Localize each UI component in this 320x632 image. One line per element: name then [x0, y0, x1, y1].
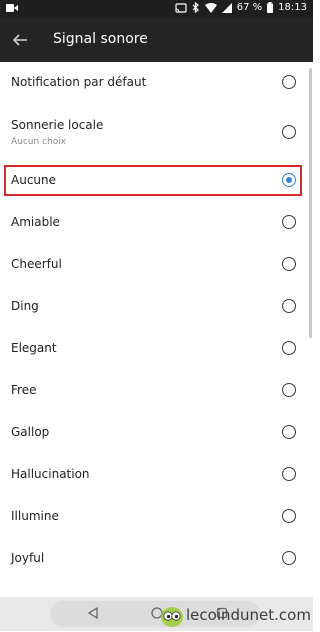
bluetooth-icon: [192, 2, 200, 13]
option-ding[interactable]: Ding: [0, 286, 313, 328]
radio-button[interactable]: [282, 75, 296, 89]
option-amiable[interactable]: Amiable: [0, 202, 313, 244]
radio-button[interactable]: [282, 509, 296, 523]
battery-percent: 67 %: [236, 2, 263, 13]
radio-button[interactable]: [282, 299, 296, 313]
option-label: Cheerful: [11, 257, 62, 271]
option-illumine[interactable]: Illumine: [0, 496, 313, 538]
status-bar: 67 % 18:13: [0, 0, 313, 18]
option-label: Notification par défaut: [11, 75, 147, 89]
option-joyful[interactable]: Joyful: [0, 538, 313, 580]
option-hallucination[interactable]: Hallucination: [0, 454, 313, 496]
radio-button[interactable]: [282, 467, 296, 481]
scrollbar[interactable]: [309, 68, 312, 338]
option-label: Sonnerie locale: [11, 118, 104, 132]
option-label: Gallop: [11, 425, 50, 439]
option-label: Ding: [11, 299, 39, 313]
option-label: Joyful: [11, 551, 45, 565]
option-local-ringtone[interactable]: Sonnerie locale Aucun choix: [0, 104, 313, 160]
radio-button[interactable]: [282, 383, 296, 397]
sound-list[interactable]: Notification par défaut Sonnerie locale …: [0, 62, 313, 597]
arrow-left-icon: [12, 34, 27, 46]
option-label: Free: [11, 383, 37, 397]
triangle-back-icon[interactable]: [85, 605, 101, 621]
option-cheerful[interactable]: Cheerful: [0, 244, 313, 286]
video-icon: [6, 3, 18, 16]
radio-button[interactable]: [282, 125, 296, 139]
option-gallop[interactable]: Gallop: [0, 412, 313, 454]
radio-button[interactable]: [282, 257, 296, 271]
radio-button[interactable]: [282, 215, 296, 229]
battery-icon: [267, 2, 274, 13]
option-free[interactable]: Free: [0, 370, 313, 412]
option-aucune[interactable]: Aucune: [0, 160, 313, 202]
option-label: Elegant: [11, 341, 57, 355]
option-notification-default[interactable]: Notification par défaut: [0, 62, 313, 104]
app-bar: Signal sonore: [0, 18, 313, 62]
option-label: Amiable: [11, 215, 60, 229]
back-button[interactable]: [8, 28, 32, 52]
owl-eyes-logo: [160, 606, 184, 628]
option-label: Aucune: [11, 173, 57, 187]
radio-button[interactable]: [282, 551, 296, 565]
clock: 18:13: [278, 2, 307, 13]
option-label: Illumine: [11, 509, 59, 523]
option-label: Hallucination: [11, 467, 90, 481]
page-title: Signal sonore: [53, 31, 148, 47]
radio-button-selected[interactable]: [282, 173, 296, 187]
cast-icon: [175, 2, 187, 13]
signal-icon: [221, 2, 232, 13]
watermark-text: lecoindunet.com: [186, 606, 311, 624]
radio-button[interactable]: [282, 341, 296, 355]
radio-button[interactable]: [282, 425, 296, 439]
wifi-icon: [204, 2, 217, 13]
option-sublabel: Aucun choix: [11, 137, 67, 147]
option-elegant[interactable]: Elegant: [0, 328, 313, 370]
